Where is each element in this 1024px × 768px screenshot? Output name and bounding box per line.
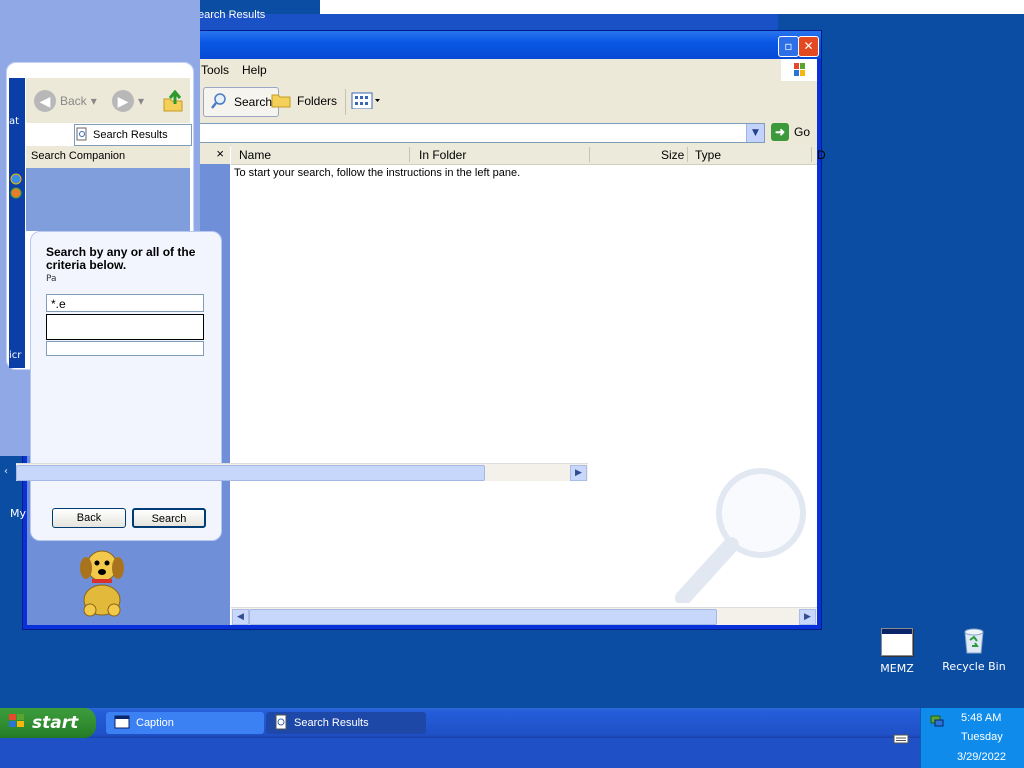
folders-toolbar-label: Folders	[297, 94, 338, 108]
scroll-right-icon[interactable]: ▶	[570, 465, 587, 481]
forward-arrow-icon: ▶	[112, 90, 134, 112]
back-arrow-icon: ◀	[34, 90, 56, 112]
network-icon[interactable]	[929, 712, 945, 731]
system-tray: 5:48 AM Tuesday 3/29/2022	[920, 708, 1024, 768]
chevron-left-icon: ‹	[4, 466, 8, 477]
address-dropdown-button[interactable]: ▼	[746, 124, 764, 142]
search-results-page-icon	[274, 714, 288, 733]
taskbar-item-label: Caption	[136, 717, 174, 729]
partial-field-label: Pa	[46, 274, 57, 284]
search-toolbar-button[interactable]: Search	[203, 87, 280, 117]
clock-day: Tuesday	[961, 731, 1003, 743]
views-icon	[351, 91, 381, 112]
column-divider[interactable]	[811, 147, 812, 162]
up-folder-button[interactable]	[162, 89, 184, 115]
search-button[interactable]: Search	[132, 508, 206, 528]
search-icon	[210, 92, 228, 113]
scrollbar-thumb[interactable]	[249, 609, 717, 625]
results-horizontal-scrollbar[interactable]: ◀ ▶	[231, 607, 817, 625]
maximize-button[interactable]: ▫	[778, 36, 799, 57]
clock-time[interactable]: 5:48 AM	[961, 712, 1001, 724]
ghost-strip-text: icr	[9, 350, 22, 361]
column-divider[interactable]	[687, 147, 688, 162]
desktop-icon-label: MEMZ	[880, 662, 914, 675]
browser-icon	[10, 173, 22, 204]
window-icon	[114, 715, 130, 732]
forward-nav-button[interactable]: ▶ ▾	[112, 90, 144, 112]
menu-help[interactable]: Help	[242, 63, 267, 77]
close-window-button[interactable]: ✕	[798, 36, 819, 57]
folders-toolbar-button[interactable]: Folders	[271, 87, 337, 115]
look-in-dropdown[interactable]	[46, 341, 204, 356]
column-divider[interactable]	[589, 147, 590, 162]
windows-logo-icon	[781, 59, 817, 81]
companion-blue-area	[26, 168, 190, 231]
search-results-tab-label: Search Results	[93, 129, 168, 141]
column-size[interactable]: Size	[661, 148, 684, 162]
scroll-right-icon[interactable]: ▶	[799, 609, 816, 625]
ghost-blue-strip: at icr	[9, 78, 25, 368]
chevron-down-icon: ▾	[138, 94, 145, 108]
ghost-white-band-right	[744, 0, 1024, 14]
taskbar-item-label: Search Results	[294, 717, 369, 729]
menu-tools[interactable]: Tools	[201, 63, 229, 77]
close-pane-icon[interactable]: ×	[216, 146, 224, 161]
criteria-instructions: Search by any or all of the criteria bel…	[46, 245, 196, 272]
go-label: Go	[794, 125, 811, 139]
recycle-bin-icon	[962, 626, 986, 654]
taskbar-item-search-results[interactable]: Search Results	[266, 712, 426, 734]
windows-flag-icon	[8, 713, 26, 734]
taskbar-lower	[0, 738, 1024, 768]
maximize-icon: ▫	[784, 39, 793, 53]
start-label: start	[32, 713, 79, 733]
back-button[interactable]: Back	[52, 508, 126, 528]
folder-icon	[271, 92, 291, 111]
back-nav-button[interactable]: ◀ Back ▾	[34, 90, 97, 112]
chevron-down-icon: ▾	[90, 94, 97, 108]
search-results-page-icon	[75, 127, 89, 144]
go-arrow-icon: ➜	[771, 123, 789, 141]
address-field[interactable]: ▼	[197, 123, 765, 143]
ghost-strip-text: at	[9, 116, 20, 127]
start-button[interactable]: start	[0, 708, 96, 738]
scrollbar-thumb[interactable]	[16, 465, 485, 481]
chevron-down-icon: ▼	[752, 128, 759, 138]
desktop-icon-recycle-bin[interactable]: Recycle Bin	[934, 626, 1014, 673]
filename-search-input[interactable]: *.e	[46, 294, 204, 312]
go-button[interactable]: ➜ Go	[771, 123, 810, 141]
search-dog-icon[interactable]	[72, 546, 134, 618]
memz-icon	[881, 628, 913, 656]
search-companion-title: Search Companion	[31, 150, 126, 162]
search-companion-title-bar: Search Companion	[26, 146, 190, 168]
ghost-title-text: earch Results	[198, 9, 266, 21]
column-in-folder[interactable]: In Folder	[419, 148, 466, 162]
clock-date: 3/29/2022	[957, 751, 1006, 763]
phrase-search-input[interactable]	[46, 314, 204, 340]
results-column-header: Name In Folder Size Type D	[231, 145, 826, 165]
desktop-icon-memz[interactable]: MEMZ	[857, 628, 937, 675]
search-toolbar-label: Search	[234, 95, 273, 109]
keyboard-icon[interactable]	[893, 733, 909, 748]
ghost-horizontal-scrollbar[interactable]: ▶	[16, 463, 588, 481]
ghost-left-label: My	[10, 507, 27, 520]
taskbar-item-caption[interactable]: Caption	[106, 712, 264, 734]
toolbar-separator	[345, 89, 346, 115]
column-divider[interactable]	[409, 147, 410, 162]
back-nav-label: Back	[60, 94, 87, 108]
search-results-address[interactable]: Search Results	[74, 124, 192, 146]
empty-results-message: To start your search, follow the instruc…	[234, 167, 521, 179]
search-criteria-panel: Search by any or all of the criteria bel…	[30, 231, 222, 541]
close-icon: ✕	[803, 39, 814, 53]
up-folder-icon	[162, 89, 184, 115]
column-date[interactable]: D	[817, 148, 826, 162]
views-toolbar-button[interactable]	[351, 87, 381, 115]
magnifier-watermark-icon	[673, 463, 813, 606]
scroll-left-icon[interactable]: ◀	[232, 609, 249, 625]
column-type[interactable]: Type	[695, 148, 721, 162]
navigation-bar: ◀ Back ▾ ▶ ▾	[26, 78, 190, 123]
column-name[interactable]: Name	[239, 148, 271, 162]
desktop-icon-label: Recycle Bin	[942, 660, 1006, 673]
